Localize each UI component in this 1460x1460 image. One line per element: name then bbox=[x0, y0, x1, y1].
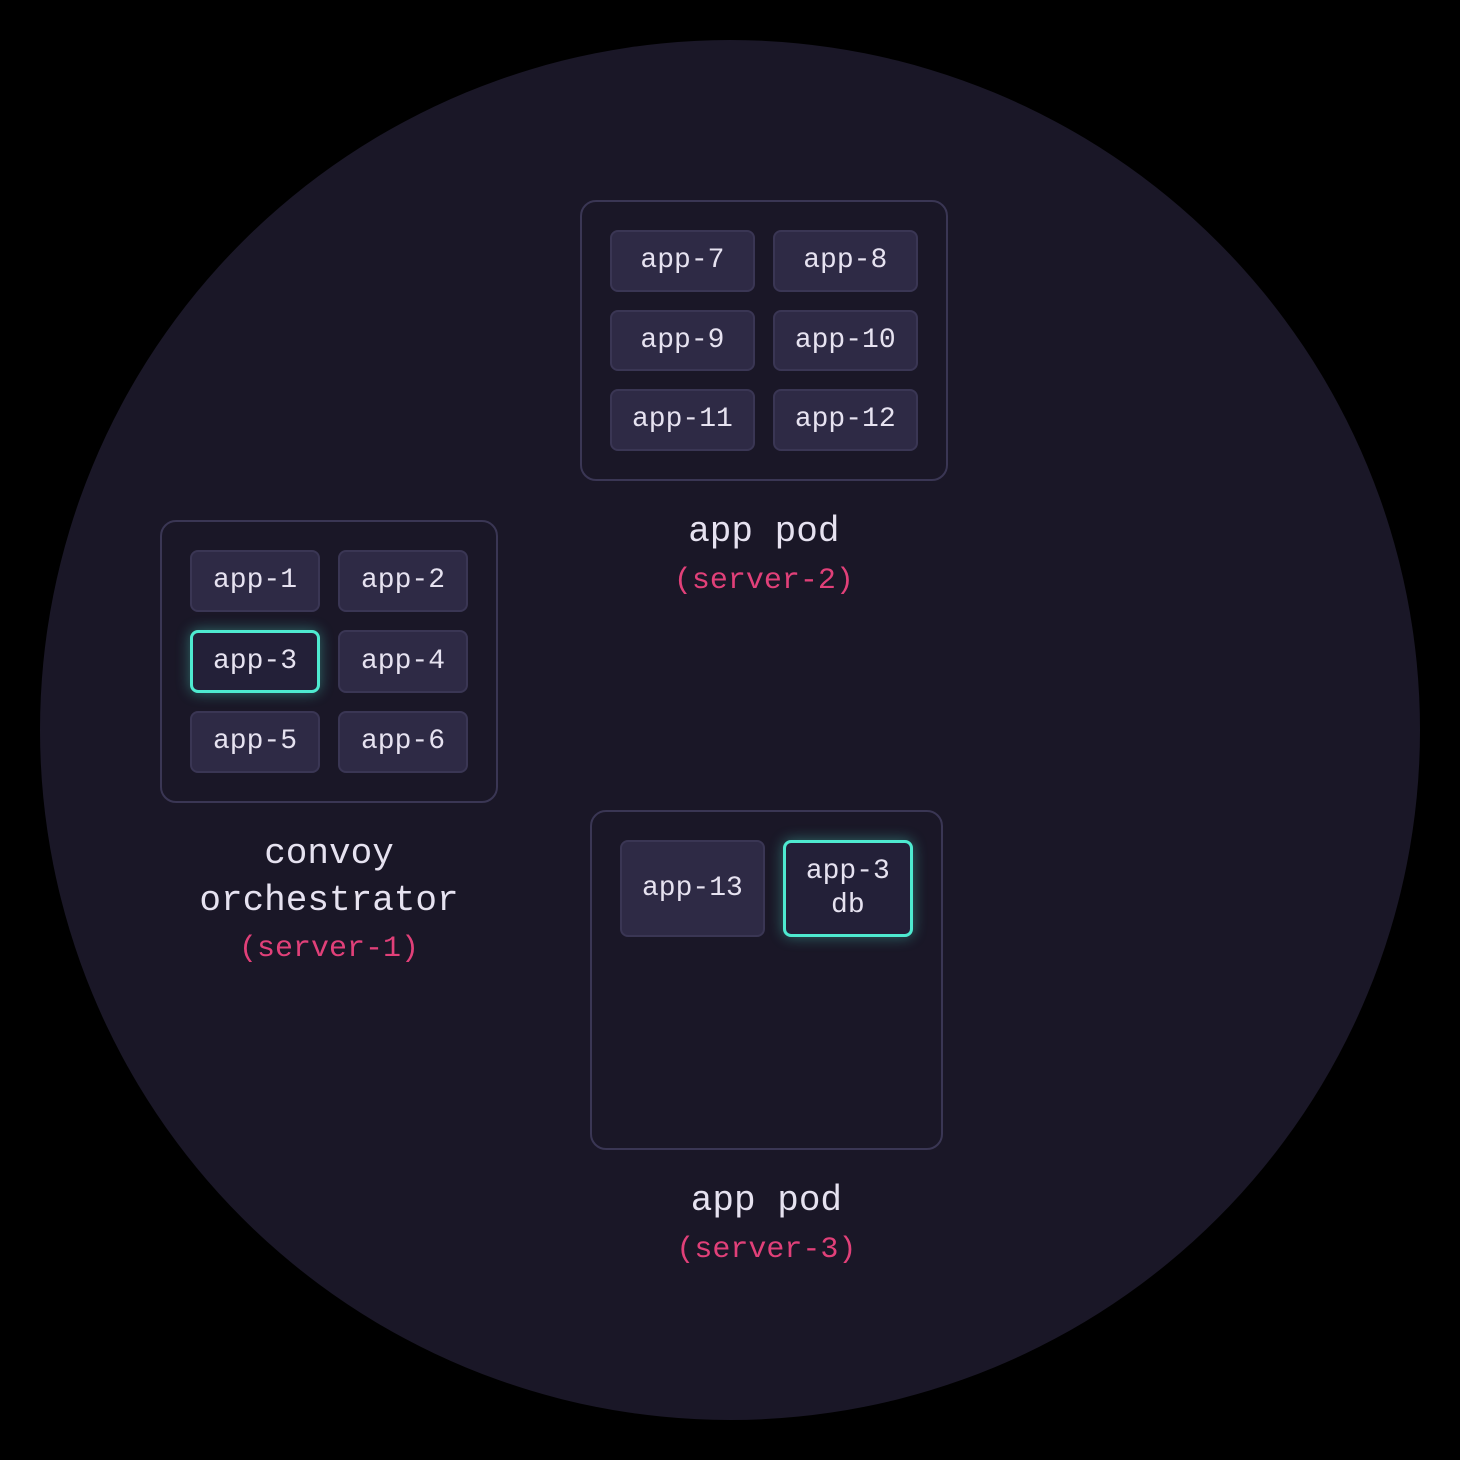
app-tile-app-3: app-3 bbox=[190, 630, 320, 694]
pod-server: (server-3) bbox=[676, 1233, 856, 1267]
pod-box-server-3: app-13 app-3 db bbox=[590, 810, 943, 1150]
app-tile-app-10: app-10 bbox=[773, 310, 918, 372]
pod-group-server-1: app-1 app-2 app-3 app-4 app-5 app-6 conv… bbox=[160, 520, 498, 966]
app-tile-app-3-db: app-3 db bbox=[783, 840, 913, 937]
pod-group-server-3: app-13 app-3 db app pod (server-3) bbox=[590, 810, 943, 1267]
pod-group-server-2: app-7 app-8 app-9 app-10 app-11 app-12 a… bbox=[580, 200, 948, 598]
cluster-circle: app-1 app-2 app-3 app-4 app-5 app-6 conv… bbox=[40, 40, 1420, 1420]
pod-title: app pod bbox=[674, 509, 854, 556]
pod-box-server-2: app-7 app-8 app-9 app-10 app-11 app-12 bbox=[580, 200, 948, 481]
app-tile-line: app-3 bbox=[806, 855, 890, 889]
pod-title: convoy orchestrator bbox=[199, 831, 458, 925]
pod-label-server-2: app pod (server-2) bbox=[674, 509, 854, 598]
app-tile-app-6: app-6 bbox=[338, 711, 468, 773]
pod-server: (server-2) bbox=[674, 564, 854, 598]
app-tile-app-4: app-4 bbox=[338, 630, 468, 694]
pod-box-server-1: app-1 app-2 app-3 app-4 app-5 app-6 bbox=[160, 520, 498, 803]
pod-label-server-3: app pod (server-3) bbox=[676, 1178, 856, 1267]
pod-title: app pod bbox=[676, 1178, 856, 1225]
app-tile-app-7: app-7 bbox=[610, 230, 755, 292]
app-tile-app-8: app-8 bbox=[773, 230, 918, 292]
pod-server: (server-1) bbox=[199, 932, 458, 966]
app-tile-line: db bbox=[831, 889, 865, 923]
pod-label-server-1: convoy orchestrator (server-1) bbox=[199, 831, 458, 967]
app-tile-app-13: app-13 bbox=[620, 840, 765, 937]
app-tile-app-5: app-5 bbox=[190, 711, 320, 773]
app-tile-app-12: app-12 bbox=[773, 389, 918, 451]
app-tile-app-11: app-11 bbox=[610, 389, 755, 451]
app-tile-app-9: app-9 bbox=[610, 310, 755, 372]
app-tile-app-2: app-2 bbox=[338, 550, 468, 612]
app-tile-app-1: app-1 bbox=[190, 550, 320, 612]
